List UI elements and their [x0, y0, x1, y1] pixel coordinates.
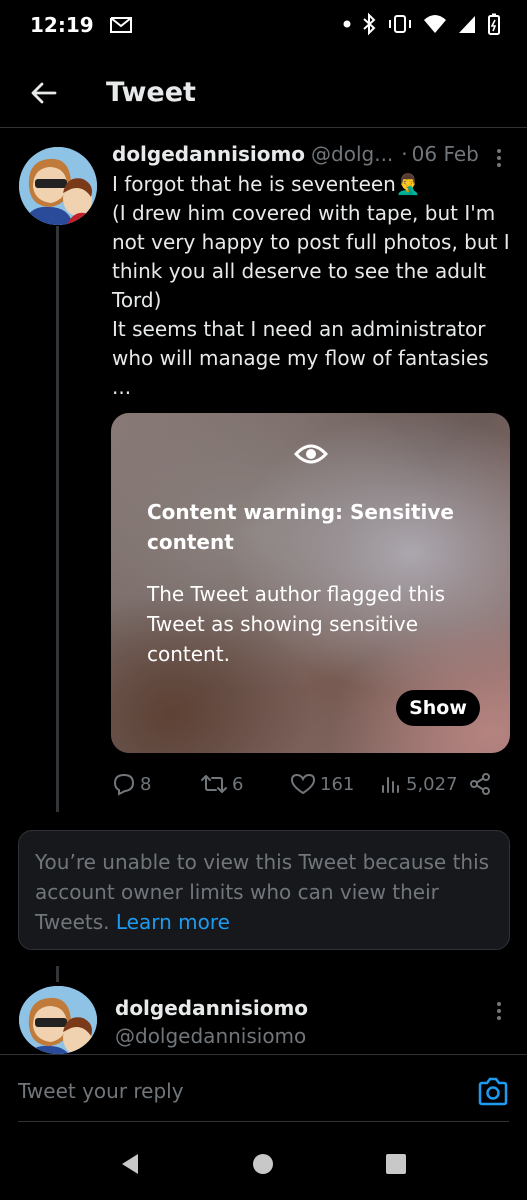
nav-home-icon	[253, 1154, 273, 1174]
system-nav-bar	[0, 1124, 527, 1200]
reply-divider	[18, 1121, 509, 1122]
camera-icon[interactable]	[477, 1077, 509, 1107]
signal-icon	[459, 16, 475, 33]
arrow-left-icon	[31, 82, 57, 103]
status-time: 12:19	[30, 13, 94, 37]
gmail-icon	[109, 17, 132, 33]
avatar-image	[19, 147, 97, 225]
views-icon	[382, 777, 399, 793]
status-icons	[343, 12, 501, 36]
reply-count: 8	[140, 773, 152, 795]
share-button[interactable]	[468, 768, 492, 800]
nav-home-button[interactable]	[249, 1150, 277, 1178]
heart-icon	[290, 773, 316, 795]
nav-recents-icon	[386, 1154, 406, 1174]
wifi-icon	[424, 15, 446, 33]
status-bar: 12:19	[0, 0, 527, 50]
battery-icon	[488, 13, 500, 35]
share-icon	[470, 773, 490, 795]
bluetooth-icon	[363, 12, 376, 36]
content-warning-title: Content warning: Sensitive content	[147, 500, 454, 554]
vibrate-icon	[389, 15, 411, 33]
reply-input[interactable]	[18, 1073, 438, 1109]
like-count: 161	[320, 773, 355, 795]
nav-back-button[interactable]	[116, 1150, 144, 1178]
back-button[interactable]	[22, 71, 66, 115]
retweet-count: 6	[232, 773, 244, 795]
reply-composer	[0, 1054, 527, 1124]
retweet-button[interactable]: 6	[200, 768, 243, 800]
reply-user-name[interactable]: dolgedannisiomo	[115, 996, 308, 1020]
eye-icon	[294, 444, 328, 464]
notice-text: You’re unable to view this Tweet because…	[35, 850, 490, 934]
top-app-bar: Tweet	[0, 58, 527, 128]
tweet-more-button[interactable]	[485, 144, 513, 172]
reply-user-more-button[interactable]	[485, 997, 513, 1025]
thread-line-stub	[56, 966, 59, 982]
more-vertical-icon	[497, 149, 501, 167]
avatar-image	[19, 986, 97, 1054]
tweet-header: dolgedannisiomo @dolg... · 06 Feb	[112, 142, 513, 166]
views-count: 5,027	[406, 773, 458, 795]
author-handle[interactable]: @dolg...	[311, 142, 393, 166]
restricted-tweet-notice: You’re unable to view this Tweet because…	[18, 830, 510, 950]
retweet-icon	[201, 775, 227, 793]
learn-more-link[interactable]: Learn more	[116, 910, 230, 934]
reply-button[interactable]: 8	[112, 768, 151, 800]
more-vertical-icon	[497, 1002, 501, 1020]
tweet-date: 06 Feb	[411, 142, 479, 166]
like-button[interactable]: 161	[290, 768, 354, 800]
tweet-text: I forgot that he is seventeen🤦‍♂️ (I dre…	[112, 172, 510, 399]
author-name[interactable]: dolgedannisiomo	[112, 142, 305, 166]
nav-recents-button[interactable]	[382, 1150, 410, 1178]
page-title: Tweet	[106, 77, 196, 108]
nav-back-icon	[122, 1154, 138, 1174]
sensitive-media-card[interactable]: Content warning: Sensitive content The T…	[111, 413, 510, 753]
dot-icon	[343, 20, 351, 28]
content-warning-body: The Tweet author flagged this Tweet as s…	[147, 582, 445, 666]
reply-user-handle[interactable]: @dolgedannisiomo	[115, 1024, 306, 1048]
tweet-actions: 8 6 161 5,027	[112, 768, 512, 800]
views-button[interactable]: 5,027	[380, 768, 458, 800]
meta-separator: ·	[401, 142, 408, 166]
thread-line	[56, 226, 59, 812]
show-media-button[interactable]: Show	[396, 690, 480, 726]
reply-user-avatar[interactable]	[19, 986, 97, 1054]
reply-icon	[113, 773, 135, 796]
author-avatar[interactable]	[19, 147, 97, 225]
